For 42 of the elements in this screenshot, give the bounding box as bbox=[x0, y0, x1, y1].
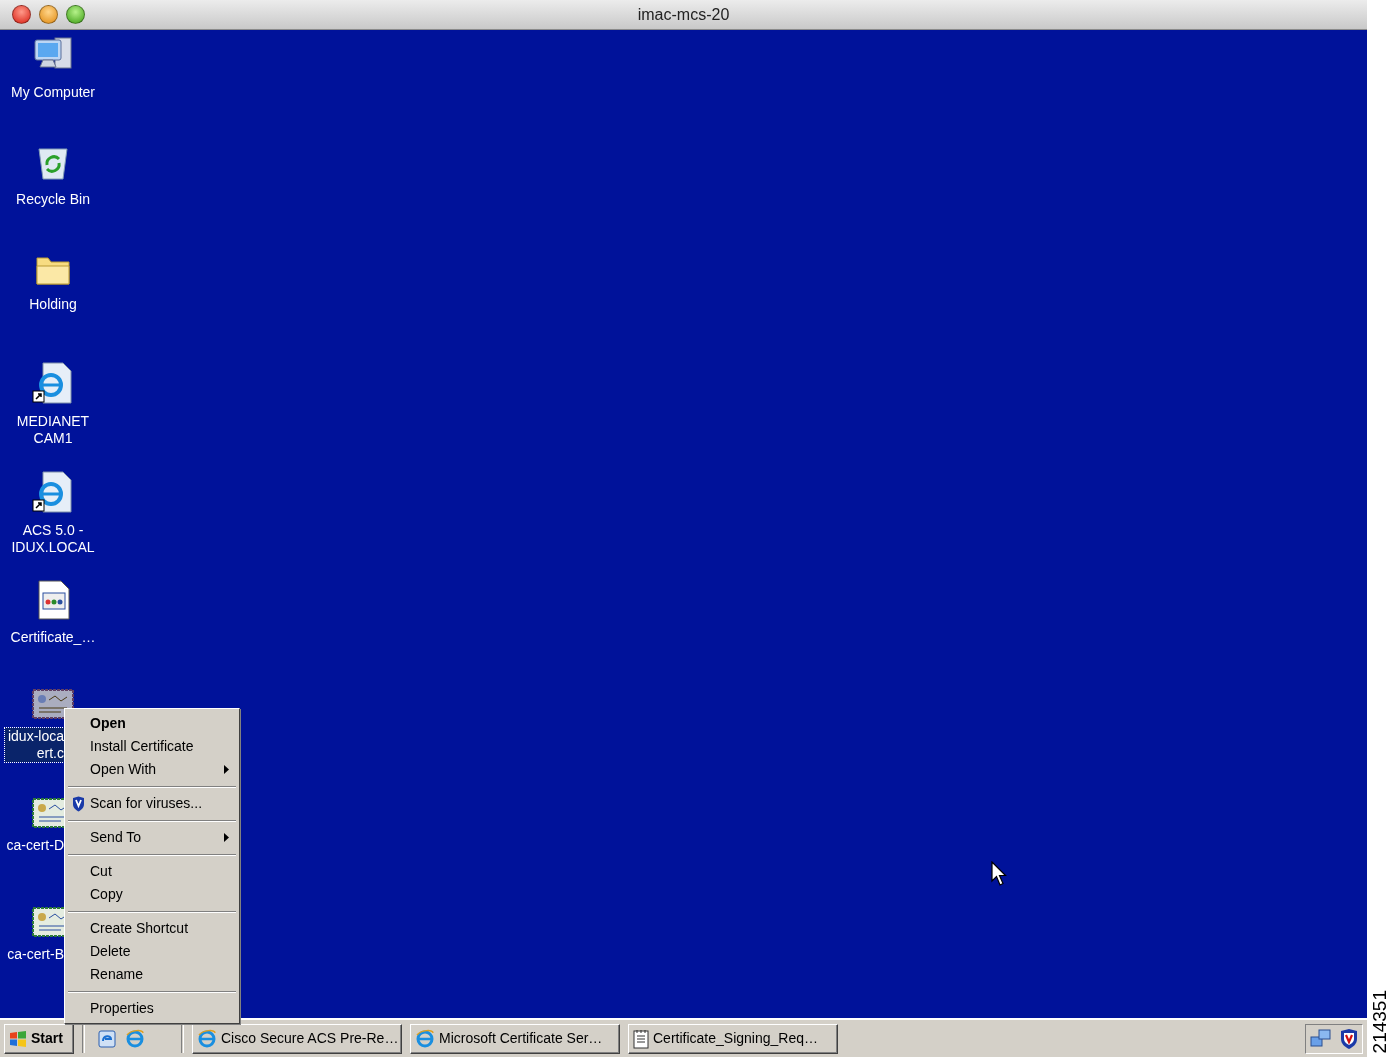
window-title: imac-mcs-20 bbox=[637, 4, 730, 25]
icon-label[interactable]: ca-cert-B bbox=[5, 946, 64, 963]
menu-item[interactable]: Properties bbox=[67, 997, 237, 1020]
figure-number: 214351 bbox=[1369, 989, 1391, 1053]
taskbar-button[interactable]: Microsoft Certificate Ser… bbox=[410, 1023, 620, 1054]
submenu-arrow-icon bbox=[224, 765, 229, 774]
menu-item[interactable]: Create Shortcut bbox=[67, 917, 237, 940]
menu-item[interactable]: Open With bbox=[67, 758, 237, 781]
shield-icon[interactable] bbox=[1340, 1027, 1358, 1050]
web-page-shortcut-icon[interactable] bbox=[31, 361, 75, 405]
certificate-icon[interactable] bbox=[31, 688, 75, 720]
mouse-pointer-icon bbox=[991, 861, 1007, 887]
taskbar-button[interactable]: Cisco Secure ACS Pre-Re… bbox=[192, 1023, 402, 1054]
menu-item[interactable]: Cut bbox=[67, 860, 237, 883]
zoom-button[interactable] bbox=[66, 5, 85, 24]
icon-label[interactable]: MEDIANET CAM1 bbox=[14, 413, 92, 447]
icon-label[interactable]: idux-loca ert.c bbox=[5, 728, 64, 762]
taskbar-button[interactable]: Certificate_Signing_Req… bbox=[628, 1023, 838, 1054]
menu-item[interactable]: Send To bbox=[67, 826, 237, 849]
shield-icon bbox=[72, 796, 85, 812]
icon-label[interactable]: ACS 5.0 - IDUX.LOCAL bbox=[9, 522, 97, 556]
browser-icon bbox=[197, 1028, 217, 1049]
menu-item[interactable]: Copy bbox=[67, 883, 237, 906]
menu-item[interactable]: Rename bbox=[67, 963, 237, 986]
menu-item[interactable]: Scan for viruses... bbox=[67, 792, 237, 815]
icon-label[interactable]: Recycle Bin bbox=[14, 191, 92, 208]
notepad-icon bbox=[633, 1028, 649, 1049]
icon-label[interactable]: Holding bbox=[27, 296, 79, 313]
menu-item[interactable]: Open bbox=[67, 712, 237, 735]
icon-label[interactable]: ca-cert-D bbox=[5, 837, 64, 854]
minimize-button[interactable] bbox=[39, 5, 58, 24]
menu-item[interactable]: Delete bbox=[67, 940, 237, 963]
browser-icon bbox=[415, 1028, 435, 1049]
web-page-shortcut-icon[interactable] bbox=[31, 470, 75, 514]
icon-label[interactable]: Certificate_… bbox=[8, 629, 98, 646]
windows-logo-icon[interactable] bbox=[9, 1030, 27, 1047]
menu-item[interactable]: Install Certificate bbox=[67, 735, 237, 758]
network-icon[interactable] bbox=[1310, 1028, 1332, 1049]
submenu-arrow-icon bbox=[224, 833, 229, 842]
start-button[interactable]: Start bbox=[4, 1023, 74, 1054]
close-button[interactable] bbox=[12, 5, 31, 24]
icon-label[interactable]: My Computer bbox=[9, 84, 97, 101]
